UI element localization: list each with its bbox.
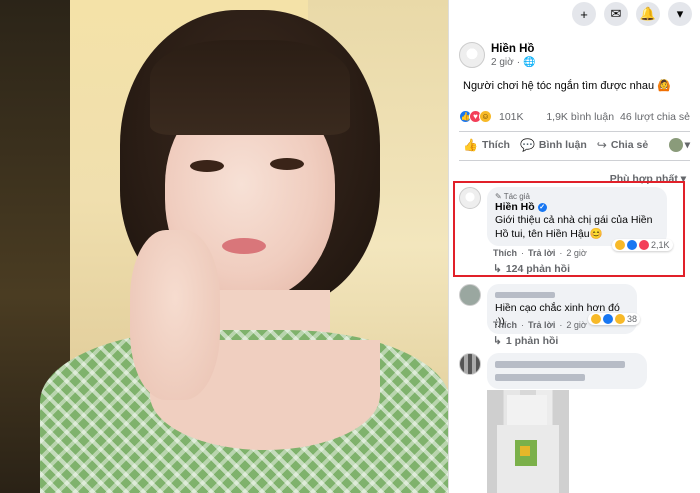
comment-text-line1: Giới thiệu cả nhà chị gái của Hiền [495, 214, 653, 226]
globe-icon: 🌐 [523, 56, 536, 68]
post-actions: 👍 Thích 💬 Bình luận ↪ Chia sẻ ▾ [449, 132, 700, 152]
blurred-text [495, 374, 585, 381]
comment-author-blurred[interactable] [495, 289, 629, 301]
comment-reply-link[interactable]: Trả lời [528, 320, 555, 330]
post-header: Hiền Hồ 2 giờ · 🌐 [449, 28, 700, 68]
comment-reactions[interactable]: 38 [588, 313, 641, 325]
view-replies-link[interactable]: ↳ 124 phản hồi [493, 263, 570, 275]
haha-reaction-icon: ☺ [479, 110, 492, 123]
verified-icon: ✓ [537, 202, 547, 212]
comment-reactions-count: 2,1K [651, 240, 670, 250]
avatar[interactable] [459, 187, 481, 209]
reactions-row: 👍 ♥ ☺ 101K 1,9K bình luận 46 lượt chia s… [449, 92, 700, 123]
shares-count[interactable]: 46 lượt chia sẻ [620, 111, 690, 123]
notification-icon[interactable]: 🔔 [636, 2, 660, 26]
blurred-text [495, 361, 625, 368]
post-photo[interactable] [0, 0, 448, 493]
thumbs-up-icon: 👍 [463, 138, 478, 152]
pencil-icon: ✎ [495, 192, 502, 201]
actor-selector[interactable]: ▾ [668, 138, 690, 152]
replies-count: 124 phản hồi [505, 263, 570, 275]
comment-bubble-blurred [487, 353, 647, 389]
reply-arrow-icon: ↳ [493, 335, 502, 347]
plus-icon[interactable]: + [572, 2, 596, 26]
like-button[interactable]: 👍 Thích [463, 138, 510, 152]
comment-time[interactable]: 2 giờ [566, 320, 586, 330]
author-badge: ✎ Tác giả [495, 192, 659, 201]
image-pixel-block [507, 395, 547, 425]
share-icon: ↪ [596, 138, 607, 152]
comment-button[interactable]: 💬 Bình luận [520, 138, 587, 152]
author-block: Hiền Hồ 2 giờ · 🌐 [491, 43, 535, 68]
like-reaction-icon [603, 314, 613, 324]
reaction-icons[interactable]: 👍 ♥ ☺ [459, 110, 492, 123]
replies-count: 1 phản hồi [505, 335, 559, 347]
photo-eye-left [190, 160, 224, 172]
sad-reaction-icon [615, 314, 625, 324]
comment-image[interactable] [487, 390, 569, 493]
dot-separator: · [559, 320, 563, 330]
reply-arrow-icon: ↳ [493, 263, 502, 275]
comment-bubble: ✎ Tác giả Hiền Hồ ✓ Giới thiệu cả nhà ch… [487, 187, 667, 246]
haha-reaction-icon [591, 314, 601, 324]
comment-actions: Thích · Trả lời · 2 giờ [493, 248, 587, 258]
photo-lips [222, 238, 266, 254]
post-meta: 2 giờ · 🌐 [491, 57, 535, 68]
post-caption: Người chơi hệ tóc ngắn tìm được nhau 🙆 [463, 80, 671, 92]
comment-item: ✎ Tác giả Hiền Hồ ✓ Giới thiệu cả nhà ch… [459, 187, 667, 246]
comment-like-link[interactable]: Thích [493, 248, 517, 258]
view-replies-link[interactable]: ↳ 1 phản hồi [493, 335, 558, 347]
like-reaction-icon [627, 240, 637, 250]
dot-separator: · [521, 248, 524, 258]
actor-avatar [668, 138, 683, 152]
dot-separator: · [516, 56, 521, 68]
image-pixel-block [520, 446, 530, 456]
avatar[interactable] [459, 42, 485, 68]
post-time[interactable]: 2 giờ [491, 57, 514, 68]
comment-actions: Thích · Trả lời · 2 giờ [493, 320, 587, 330]
haha-reaction-icon [615, 240, 625, 250]
avatar[interactable] [459, 353, 481, 375]
top-bar: + ✉ 🔔 ▾ [449, 0, 700, 28]
messenger-icon[interactable]: ✉ [604, 2, 628, 26]
comment-author[interactable]: Hiền Hồ ✓ [495, 201, 659, 213]
comment-reactions-count: 38 [627, 314, 638, 324]
comments-count[interactable]: 1,9K bình luận [546, 111, 614, 123]
post-author[interactable]: Hiền Hồ [491, 43, 535, 55]
photo-bangs [150, 40, 350, 135]
comment-author-name: Hiền Hồ [495, 201, 535, 213]
avatar[interactable] [459, 284, 481, 306]
chevron-down-icon: ▾ [684, 139, 690, 151]
comment-label: Bình luận [538, 139, 587, 151]
share-button[interactable]: ↪ Chia sẻ [597, 138, 648, 152]
comment-icon: 💬 [519, 138, 535, 152]
reactions-count[interactable]: 101K [499, 111, 524, 123]
photo-hand [130, 230, 220, 400]
author-badge-label: Tác giả [503, 192, 530, 201]
love-reaction-icon [639, 240, 649, 250]
comment-time[interactable]: 2 giờ [566, 248, 586, 258]
share-label: Chia sẻ [610, 139, 649, 151]
comment-item [459, 353, 647, 389]
comment-reactions[interactable]: 2,1K [612, 239, 673, 251]
account-caret-icon[interactable]: ▾ [668, 2, 692, 26]
engagement-stats: 1,9K bình luận 46 lượt chia sẻ [546, 111, 690, 123]
comment-reply-link[interactable]: Trả lời [528, 248, 555, 258]
dot-separator: · [521, 320, 524, 330]
like-label: Thích [481, 139, 510, 151]
photo-eye-right [270, 158, 304, 170]
comment-like-link[interactable]: Thích [493, 320, 517, 330]
dot-separator: · [559, 248, 563, 258]
blurred-name [495, 292, 555, 298]
